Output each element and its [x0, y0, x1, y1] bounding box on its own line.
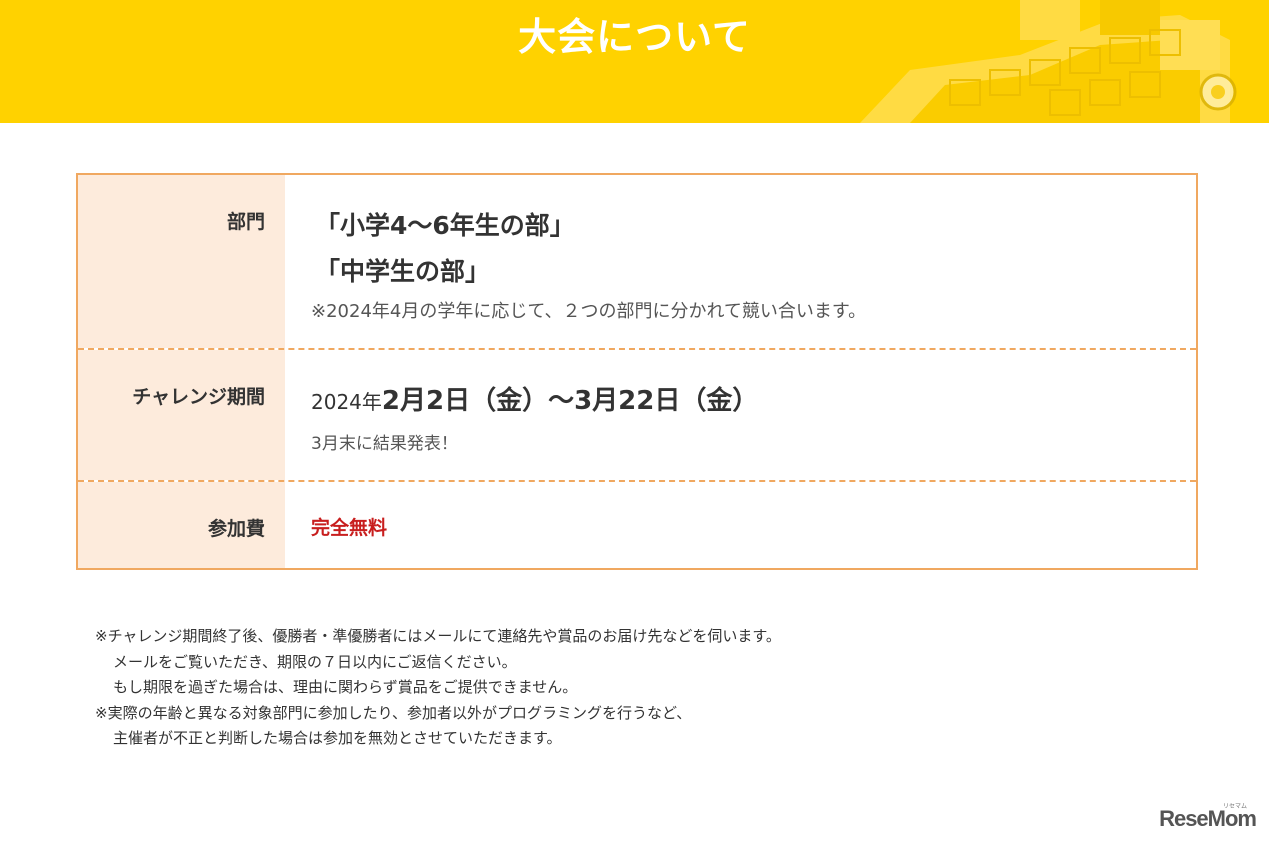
- division-elementary: 「小学4〜6年生の部」: [315, 211, 575, 240]
- row-division: 部門 「小学4〜6年生の部」 「中学生の部」 ※2024年4月の学年に応じて、２…: [78, 175, 1196, 350]
- period-dates: 2024年2月2日（金）〜3月22日（金）: [311, 380, 1196, 417]
- page-header: 大会について: [0, 0, 1269, 123]
- fee-value-cell: 完全無料: [285, 482, 1196, 568]
- period-year: 2024年: [311, 390, 382, 414]
- note-line: ※チャレンジ期間終了後、優勝者・準優勝者にはメールにて連絡先や賞品のお届け先など…: [95, 627, 781, 645]
- note-line: ※実際の年齢と異なる対象部門に参加したり、参加者以外がプログラミングを行うなど、: [95, 703, 692, 722]
- division-note: ※2024年4月の学年に応じて、２つの部門に分かれて競い合います。: [311, 301, 867, 322]
- fee-label: 参加費: [78, 482, 285, 568]
- info-table: 部門 「小学4〜6年生の部」 「中学生の部」 ※2024年4月の学年に応じて、２…: [76, 173, 1198, 570]
- period-range: 2月2日（金）〜3月22日（金）: [381, 386, 759, 416]
- period-value: 2024年2月2日（金）〜3月22日（金） 3月末に結果発表！: [285, 350, 1196, 480]
- notes-section: ※チャレンジ期間終了後、優勝者・準優勝者にはメールにて連絡先や賞品のお届け先など…: [95, 624, 781, 752]
- division-value: 「小学4〜6年生の部」 「中学生の部」 ※2024年4月の学年に応じて、２つの部…: [285, 175, 1196, 348]
- resemom-logo: ReseMom: [1159, 806, 1257, 831]
- note-line: もし期限を過ぎた場合は、理由に関わらず賞品をご提供できません。: [113, 678, 578, 696]
- division-label: 部門: [78, 175, 285, 348]
- robot-illustration: [860, 0, 1237, 123]
- period-label: チャレンジ期間: [78, 350, 285, 480]
- note-line: 主催者が不正と判断した場合は参加を無効とさせていただきます。: [113, 729, 562, 747]
- note-line: メールをご覧いただき、期限の７日以内にご返信ください。: [113, 652, 517, 671]
- fee-value: 完全無料: [311, 517, 388, 539]
- results-announcement: 3月末に結果発表！: [311, 434, 458, 454]
- division-junior-high: 「中学生の部」: [315, 257, 491, 286]
- row-period: チャレンジ期間 2024年2月2日（金）〜3月22日（金） 3月末に結果発表！: [78, 350, 1196, 482]
- row-fee: 参加費 完全無料: [78, 482, 1196, 568]
